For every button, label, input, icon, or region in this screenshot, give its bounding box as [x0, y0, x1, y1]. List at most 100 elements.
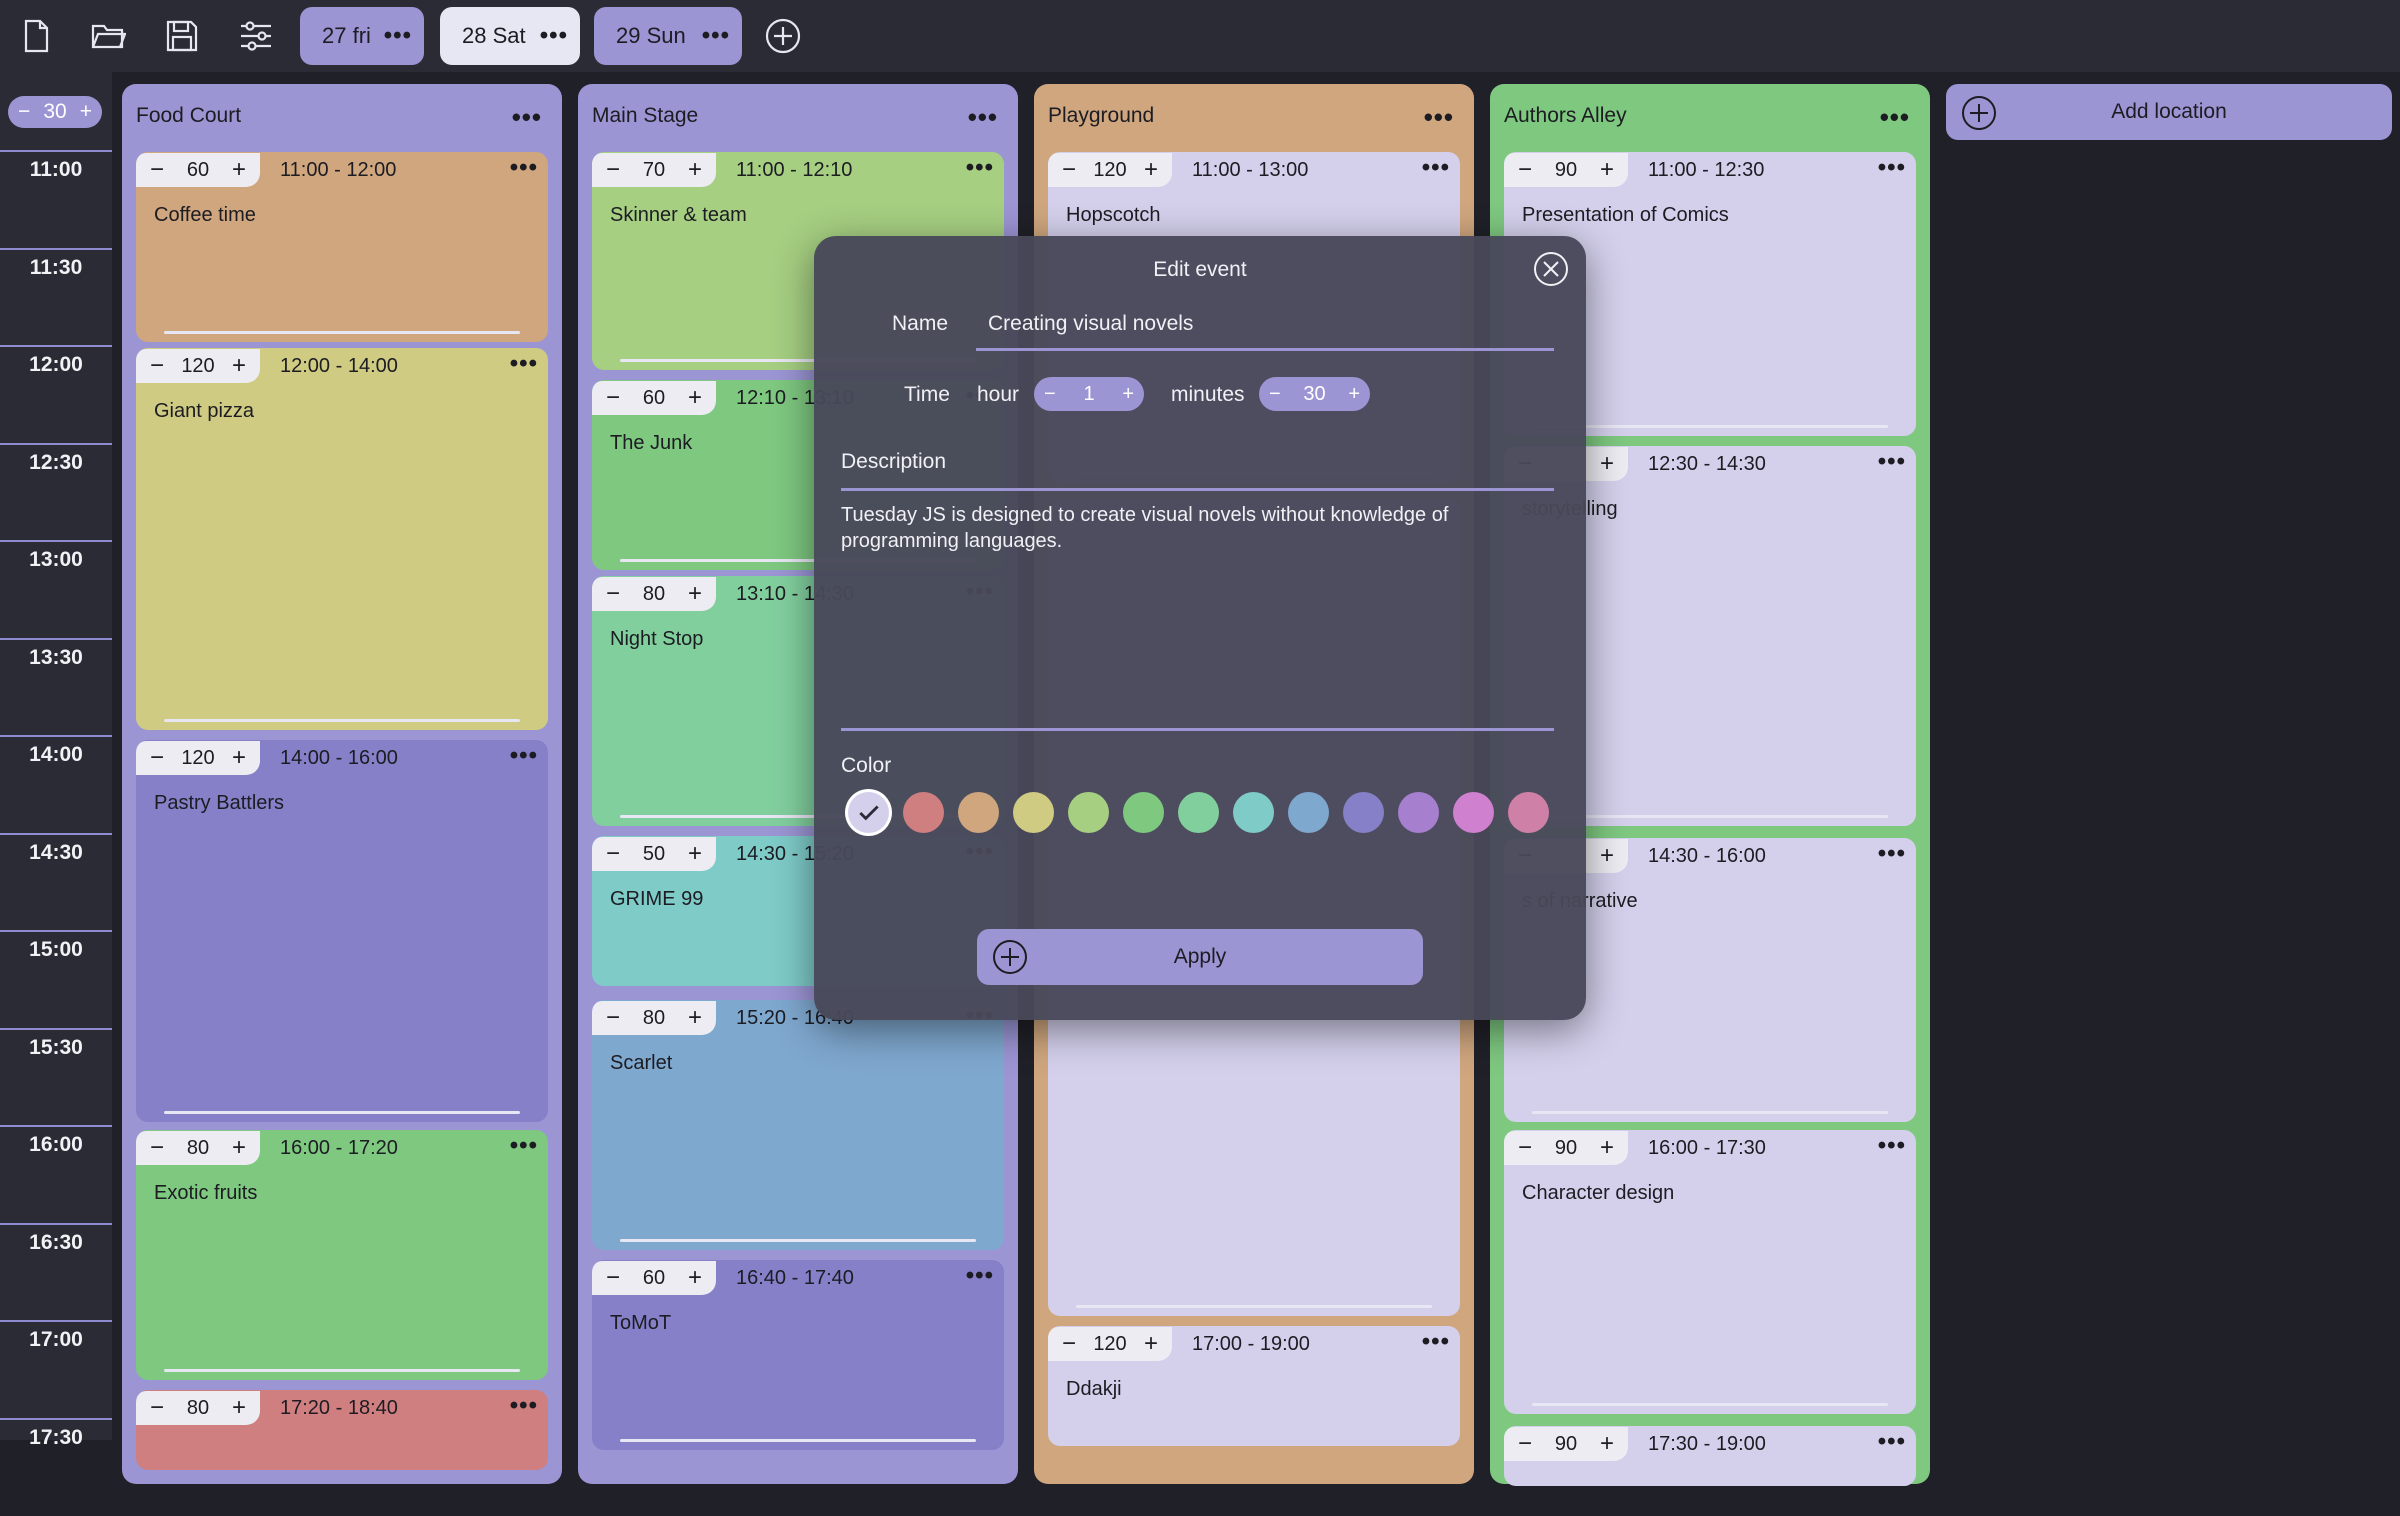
- tab-day-3[interactable]: 29 Sun •••: [594, 7, 742, 65]
- duration-plus-button[interactable]: +: [1594, 1136, 1620, 1160]
- event-card[interactable]: −60 +16:40 - 17:40 ••• ToMoT: [592, 1260, 1004, 1450]
- duration-plus-button[interactable]: +: [226, 158, 252, 182]
- event-card[interactable]: −120 +17:00 - 19:00 ••• Ddakji: [1048, 1326, 1460, 1446]
- new-file-icon[interactable]: [12, 12, 60, 60]
- more-dots-icon[interactable]: •••: [966, 1262, 994, 1290]
- tab-day-1[interactable]: 27 fri •••: [300, 7, 424, 65]
- color-swatch[interactable]: [1123, 792, 1164, 833]
- duration-stepper[interactable]: −90 +: [1504, 1427, 1628, 1461]
- duration-stepper[interactable]: −80 +: [136, 1391, 260, 1425]
- more-dots-icon[interactable]: •••: [510, 154, 538, 182]
- duration-stepper[interactable]: −60 +: [136, 153, 260, 187]
- apply-button[interactable]: Apply: [977, 929, 1423, 985]
- more-dots-icon[interactable]: •••: [510, 742, 538, 770]
- event-card[interactable]: −90 +17:30 - 19:00 •••: [1504, 1426, 1916, 1486]
- duration-minus-button[interactable]: −: [144, 1136, 170, 1160]
- duration-stepper[interactable]: −80 +: [592, 1001, 716, 1035]
- resize-handle[interactable]: [1532, 1111, 1888, 1114]
- duration-minus-button[interactable]: −: [1056, 1332, 1082, 1356]
- resize-handle[interactable]: [620, 1439, 976, 1442]
- add-location-button[interactable]: Add location: [1946, 84, 2392, 140]
- minutes-stepper[interactable]: − 30 +: [1259, 377, 1370, 411]
- zoom-stepper[interactable]: − 30 +: [8, 96, 102, 128]
- color-swatch[interactable]: [1343, 792, 1384, 833]
- color-swatch[interactable]: [1288, 792, 1329, 833]
- resize-handle[interactable]: [1076, 1305, 1432, 1308]
- name-input[interactable]: Creating visual novels: [988, 312, 1193, 336]
- resize-handle[interactable]: [1532, 1403, 1888, 1406]
- duration-stepper[interactable]: −90 +: [1504, 1131, 1628, 1165]
- settings-sliders-icon[interactable]: [232, 12, 280, 60]
- duration-plus-button[interactable]: +: [1594, 452, 1620, 476]
- save-icon[interactable]: [158, 12, 206, 60]
- duration-stepper[interactable]: −120 +: [1048, 1327, 1172, 1361]
- more-dots-icon[interactable]: •••: [1878, 154, 1906, 182]
- duration-plus-button[interactable]: +: [1138, 158, 1164, 182]
- more-dots-icon[interactable]: •••: [702, 7, 730, 65]
- zoom-minus-button[interactable]: −: [18, 100, 30, 124]
- duration-minus-button[interactable]: −: [144, 746, 170, 770]
- event-card[interactable]: −60 +11:00 - 12:00 ••• Coffee time: [136, 152, 548, 342]
- hour-minus-button[interactable]: −: [1044, 383, 1056, 406]
- duration-stepper[interactable]: −90 +: [1504, 153, 1628, 187]
- color-swatch[interactable]: [1398, 792, 1439, 833]
- duration-stepper[interactable]: −60 +: [592, 1261, 716, 1295]
- more-dots-icon[interactable]: •••: [510, 350, 538, 378]
- duration-plus-button[interactable]: +: [682, 386, 708, 410]
- duration-minus-button[interactable]: −: [144, 1396, 170, 1420]
- duration-plus-button[interactable]: +: [682, 1006, 708, 1030]
- zoom-plus-button[interactable]: +: [80, 100, 92, 124]
- color-swatch[interactable]: [1068, 792, 1109, 833]
- duration-plus-button[interactable]: +: [1594, 844, 1620, 868]
- color-swatch[interactable]: [903, 792, 944, 833]
- duration-stepper[interactable]: −70 +: [592, 153, 716, 187]
- duration-minus-button[interactable]: −: [600, 386, 626, 410]
- duration-stepper[interactable]: −80 +: [592, 577, 716, 611]
- duration-minus-button[interactable]: −: [600, 158, 626, 182]
- duration-minus-button[interactable]: −: [1056, 158, 1082, 182]
- more-dots-icon[interactable]: •••: [1422, 154, 1450, 182]
- duration-plus-button[interactable]: +: [1138, 1332, 1164, 1356]
- duration-plus-button[interactable]: +: [226, 1396, 252, 1420]
- duration-plus-button[interactable]: +: [682, 582, 708, 606]
- duration-plus-button[interactable]: +: [1594, 1432, 1620, 1456]
- color-swatch[interactable]: [1013, 792, 1054, 833]
- event-card[interactable]: −90 +16:00 - 17:30 ••• Character design: [1504, 1130, 1916, 1414]
- resize-handle[interactable]: [164, 1111, 520, 1114]
- duration-minus-button[interactable]: −: [600, 582, 626, 606]
- duration-minus-button[interactable]: −: [600, 842, 626, 866]
- duration-minus-button[interactable]: −: [600, 1006, 626, 1030]
- more-dots-icon[interactable]: •••: [1878, 840, 1906, 868]
- more-dots-icon[interactable]: •••: [1880, 102, 1910, 133]
- description-textarea[interactable]: Tuesday JS is designed to create visual …: [841, 502, 1541, 554]
- color-swatch[interactable]: [1453, 792, 1494, 833]
- duration-stepper[interactable]: −120 +: [136, 741, 260, 775]
- color-swatch[interactable]: [1233, 792, 1274, 833]
- add-day-icon[interactable]: [764, 17, 802, 55]
- duration-plus-button[interactable]: +: [226, 354, 252, 378]
- more-dots-icon[interactable]: •••: [1878, 1132, 1906, 1160]
- duration-plus-button[interactable]: +: [226, 746, 252, 770]
- duration-stepper[interactable]: −80 +: [136, 1131, 260, 1165]
- hour-plus-button[interactable]: +: [1122, 383, 1134, 406]
- duration-stepper[interactable]: −120 +: [1048, 153, 1172, 187]
- event-card[interactable]: −120 +14:00 - 16:00 ••• Pastry Battlers: [136, 740, 548, 1122]
- duration-stepper[interactable]: −50 +: [592, 837, 716, 871]
- color-swatch[interactable]: [1178, 792, 1219, 833]
- more-dots-icon[interactable]: •••: [1878, 448, 1906, 476]
- event-card[interactable]: −120 +12:00 - 14:00 ••• Giant pizza: [136, 348, 548, 730]
- duration-plus-button[interactable]: +: [682, 158, 708, 182]
- event-card[interactable]: −80 +17:20 - 18:40 •••: [136, 1390, 548, 1470]
- more-dots-icon[interactable]: •••: [1424, 102, 1454, 133]
- more-dots-icon[interactable]: •••: [540, 7, 568, 65]
- more-dots-icon[interactable]: •••: [510, 1132, 538, 1160]
- color-swatch[interactable]: [848, 792, 889, 833]
- duration-plus-button[interactable]: +: [682, 842, 708, 866]
- duration-plus-button[interactable]: +: [1594, 158, 1620, 182]
- color-swatch[interactable]: [958, 792, 999, 833]
- more-dots-icon[interactable]: •••: [968, 102, 998, 133]
- duration-stepper[interactable]: −60 +: [592, 381, 716, 415]
- more-dots-icon[interactable]: •••: [384, 7, 412, 65]
- color-swatch[interactable]: [1508, 792, 1549, 833]
- more-dots-icon[interactable]: •••: [512, 102, 542, 133]
